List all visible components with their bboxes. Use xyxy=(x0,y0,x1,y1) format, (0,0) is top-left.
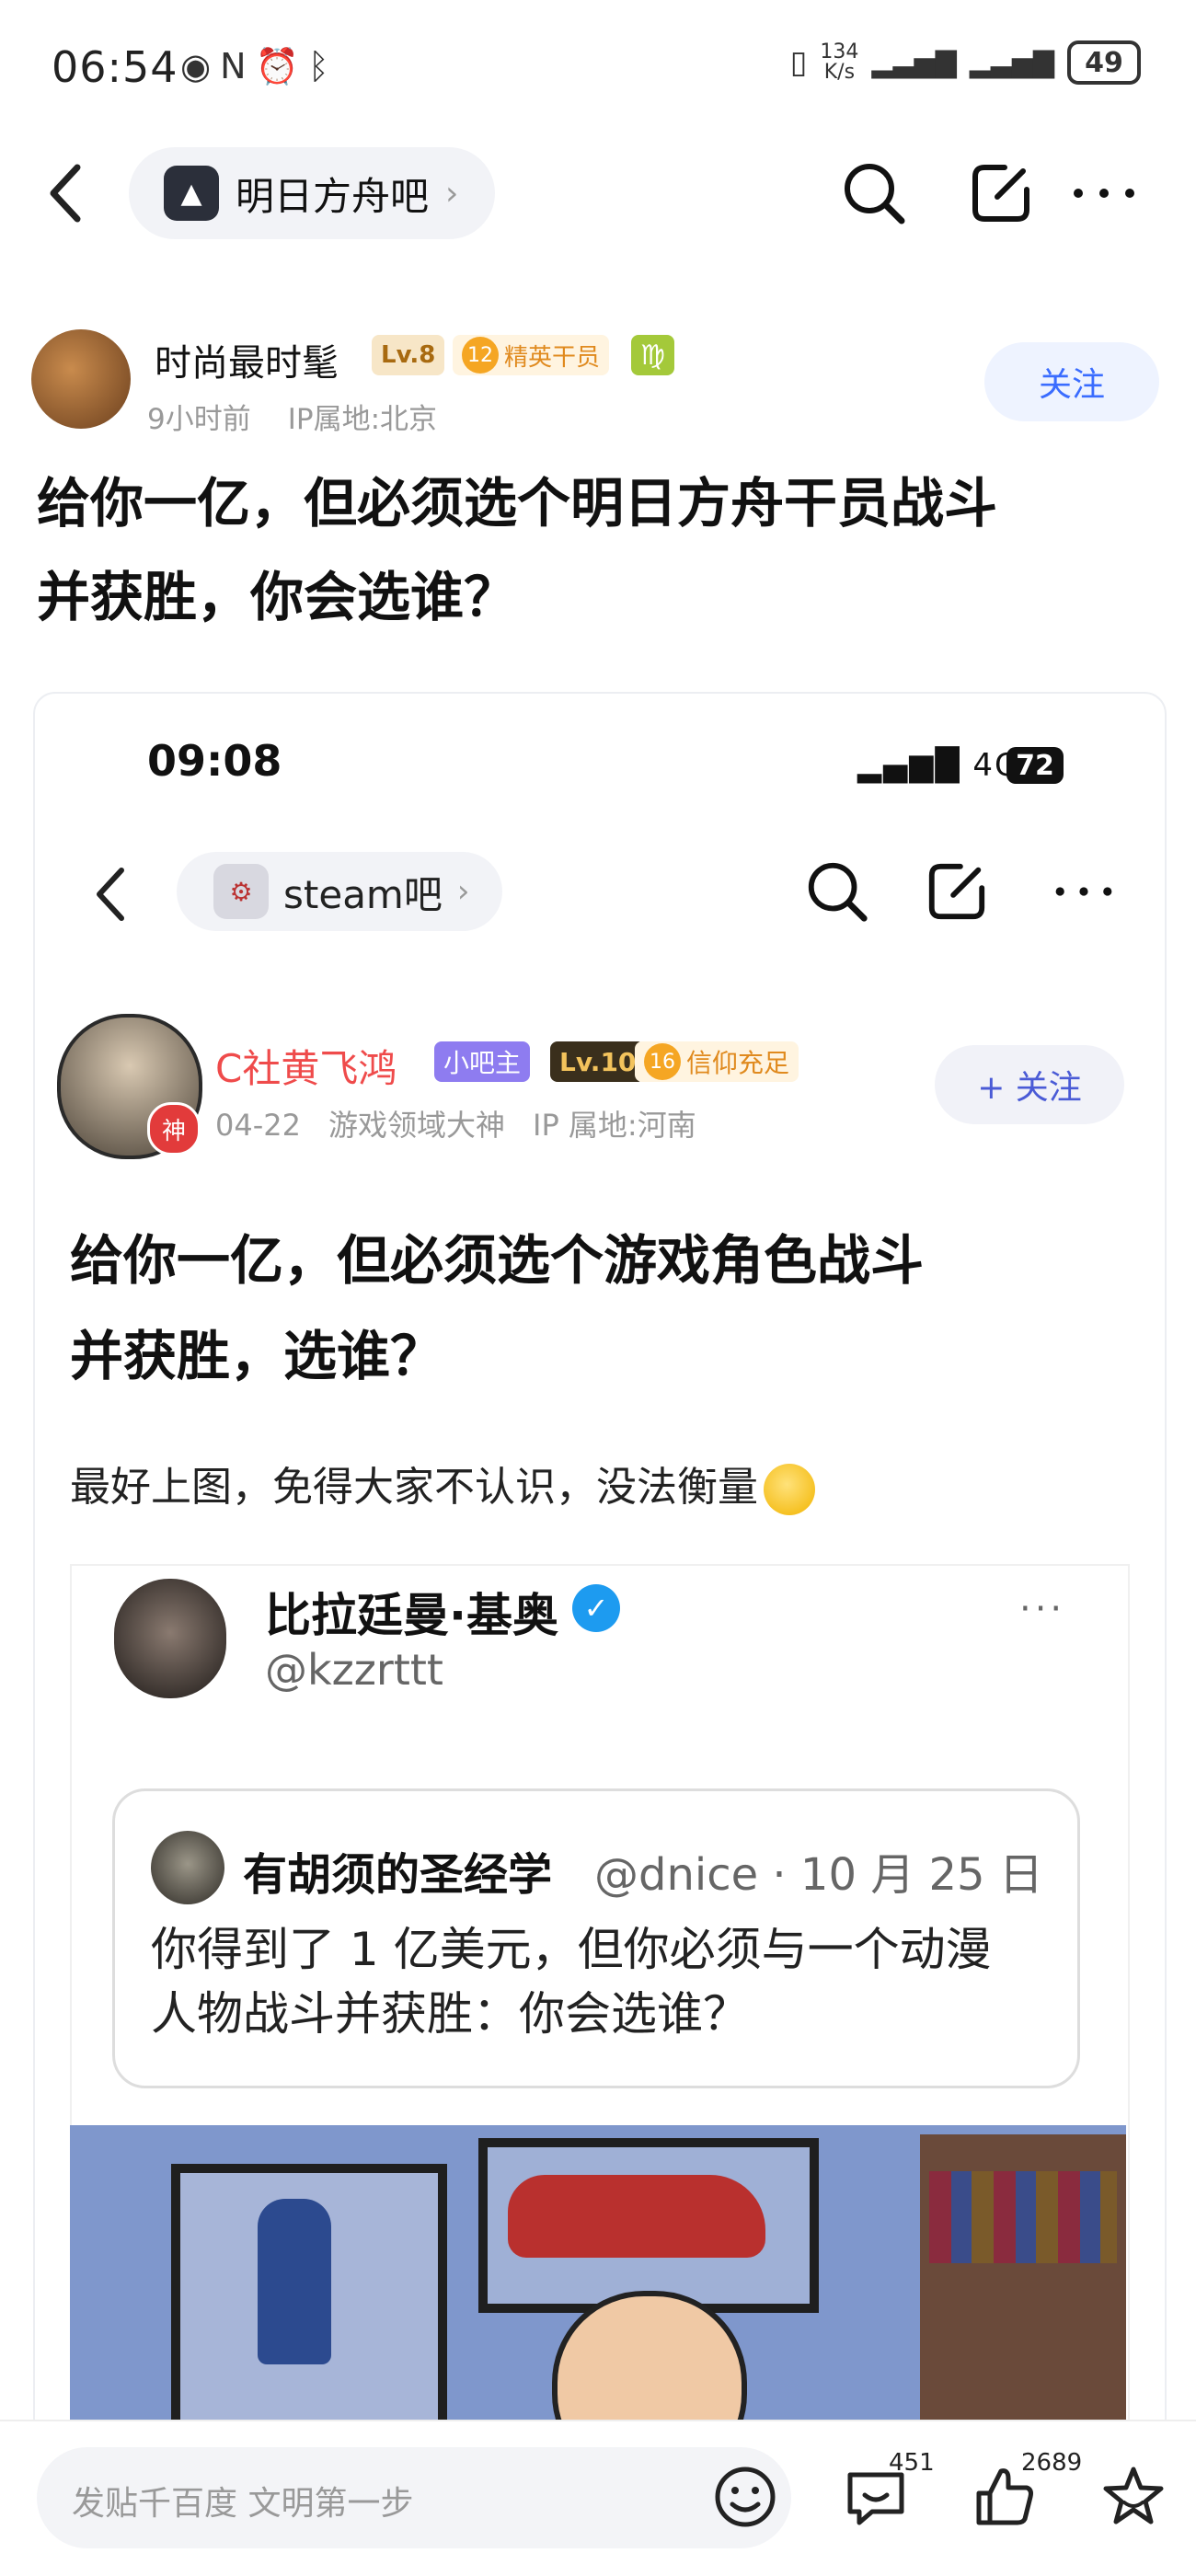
level-badge: Lv.8 xyxy=(372,335,445,375)
tweet-avatar xyxy=(114,1579,226,1698)
emoji-button[interactable] xyxy=(708,2460,782,2534)
embedded-signal: ▂▄▆█ 4G xyxy=(857,747,1020,784)
embedded-title-line2: 并获胜，选谁？ xyxy=(70,1325,444,1387)
verified-check-icon: ✓ xyxy=(572,1584,620,1632)
quoted-text: 你得到了 1 亿美元，但你必须与一个动漫 人物战斗并获胜：你会选谁？ xyxy=(151,1917,1062,2046)
quoted-author-name: 有胡须的圣经学 xyxy=(243,1849,553,1901)
back-arrow-icon xyxy=(50,164,81,223)
smile-emoji-icon xyxy=(764,1464,815,1515)
red-car-figure xyxy=(508,2175,765,2258)
chevron-right-icon: › xyxy=(445,174,459,213)
emoji-icon xyxy=(715,2467,776,2527)
more-icon xyxy=(1074,189,1134,198)
embedded-author-name: C社黄飞鸿 xyxy=(215,1046,397,1091)
search-icon xyxy=(845,164,905,224)
forum-pill[interactable]: ▲ 明日方舟吧 › xyxy=(129,147,496,239)
hockey-player-figure xyxy=(258,2199,331,2364)
net-speed: 134 K/s xyxy=(820,42,858,83)
net-speed-unit: K/s xyxy=(823,61,856,84)
embedded-badge-number: 16 xyxy=(644,1043,681,1080)
quoted-meta: @dnice · 10 月 25 日 xyxy=(594,1849,1043,1901)
signal-icon-2: ▂▃▅▇ xyxy=(969,46,1054,79)
embedded-battery: 72 xyxy=(1006,747,1064,784)
embedded-date: 04-22 xyxy=(215,1108,301,1143)
post-meta: 9小时前 IP属地:北京 xyxy=(147,396,437,437)
embedded-forum-name: steam吧 xyxy=(283,871,443,917)
search-button[interactable] xyxy=(837,156,911,230)
quoted-text-line2: 人物战斗并获胜：你会选谁？ xyxy=(151,1987,749,2041)
embedded-body-text: 最好上图，免得大家不认识，没法衡量 xyxy=(70,1464,758,1511)
bluetooth-icon: ᛒ xyxy=(307,46,339,86)
eye-icon: ◉ xyxy=(180,46,221,86)
steam-logo-icon: ⚙ xyxy=(213,864,269,919)
embedded-follow-label: + 关注 xyxy=(935,1045,1124,1124)
post-title: 给你一亿，但必须选个明日方舟干员战斗 并获胜，你会选谁？ xyxy=(37,456,1159,644)
more-button[interactable] xyxy=(1067,156,1141,230)
like-count: 2689 xyxy=(1021,2449,1083,2477)
tweet-author-name: 比拉廷曼·基奥 xyxy=(265,1589,558,1642)
tweet-more-icon: ··· xyxy=(1019,1588,1066,1630)
post-title-line1: 给你一亿，但必须选个明日方舟干员战斗 xyxy=(37,472,998,535)
books xyxy=(929,2171,1117,2263)
embedded-role-badge: 小吧主 xyxy=(434,1041,531,1082)
forum-logo-icon: ▲ xyxy=(164,166,219,221)
vibrate-icon: ▯ xyxy=(789,44,808,81)
badge-label: 精英干员 xyxy=(504,343,601,372)
badge-number: 12 xyxy=(462,337,499,374)
zodiac-badge: ♍ xyxy=(631,335,674,375)
net-speed-value: 134 xyxy=(820,40,859,63)
embedded-post-title: 给你一亿，但必须选个游戏角色战斗 并获胜，选谁？ xyxy=(70,1213,1119,1404)
embedded-post-body: 最好上图，免得大家不认识，没法衡量 xyxy=(70,1454,815,1515)
forum-name: 明日方舟吧 xyxy=(236,173,430,219)
embedded-status-time: 09:08 xyxy=(147,736,282,786)
back-button[interactable] xyxy=(37,156,96,230)
member-badge: 12 精英干员 xyxy=(453,335,610,375)
follow-button[interactable]: 关注 xyxy=(984,342,1159,421)
post-time: 9小时前 xyxy=(147,403,251,436)
post-ip: IP属地:北京 xyxy=(287,403,438,436)
embedded-back-icon xyxy=(83,857,138,931)
embedded-forum-pill: ⚙ steam吧 › xyxy=(177,852,503,931)
embedded-chevron-icon: › xyxy=(456,873,470,910)
status-time: 06:54 xyxy=(52,42,178,92)
embedded-more-icon xyxy=(1047,852,1121,931)
embedded-level-badge: Lv.10 xyxy=(550,1041,646,1082)
status-icons: ◉N⏰ᛒ xyxy=(180,46,339,87)
author-avatar[interactable] xyxy=(31,329,131,429)
embedded-signal-icon: ▂▄▆█ xyxy=(857,747,973,784)
nfc-icon: N xyxy=(220,46,256,86)
signal-icon: ▂▃▅▇ xyxy=(871,46,957,79)
author-name[interactable]: 时尚最时髦 xyxy=(155,333,339,386)
favorite-button[interactable] xyxy=(1095,2458,1172,2536)
alarm-icon: ⏰ xyxy=(255,46,308,86)
edit-icon xyxy=(972,165,1029,222)
embedded-member-badge: 16 信仰充足 xyxy=(635,1041,799,1082)
tweet-handle: @kzzrttt xyxy=(265,1645,443,1695)
embedded-ip: IP 属地:河南 xyxy=(533,1108,696,1143)
embedded-edit-icon xyxy=(920,852,994,931)
embedded-title-tag: 游戏领域大神 xyxy=(328,1108,505,1143)
god-tag: 神 xyxy=(147,1102,201,1156)
quoted-text-line1: 你得到了 1 亿美元，但你必须与一个动漫 xyxy=(151,1923,992,1976)
status-right: ▯ 134 K/s ▂▃▅▇ ▂▃▅▇ 49 xyxy=(790,40,1141,85)
embedded-title-line1: 给你一亿，但必须选个游戏角色战斗 xyxy=(70,1229,925,1292)
embedded-post-meta: 04-22 游戏领域大神 IP 属地:河南 xyxy=(215,1102,696,1144)
quoted-avatar xyxy=(151,1831,224,1904)
edit-button[interactable] xyxy=(964,156,1038,230)
post-title-line2: 并获胜，你会选谁？ xyxy=(37,566,518,628)
comment-count: 451 xyxy=(889,2449,935,2477)
battery-indicator: 49 xyxy=(1067,40,1141,85)
embedded-badge-label: 信仰充足 xyxy=(686,1048,790,1078)
reply-placeholder: 发贴千百度 文明第一步 xyxy=(72,2485,414,2523)
star-icon xyxy=(1103,2467,1164,2524)
embedded-search-icon xyxy=(800,852,874,931)
